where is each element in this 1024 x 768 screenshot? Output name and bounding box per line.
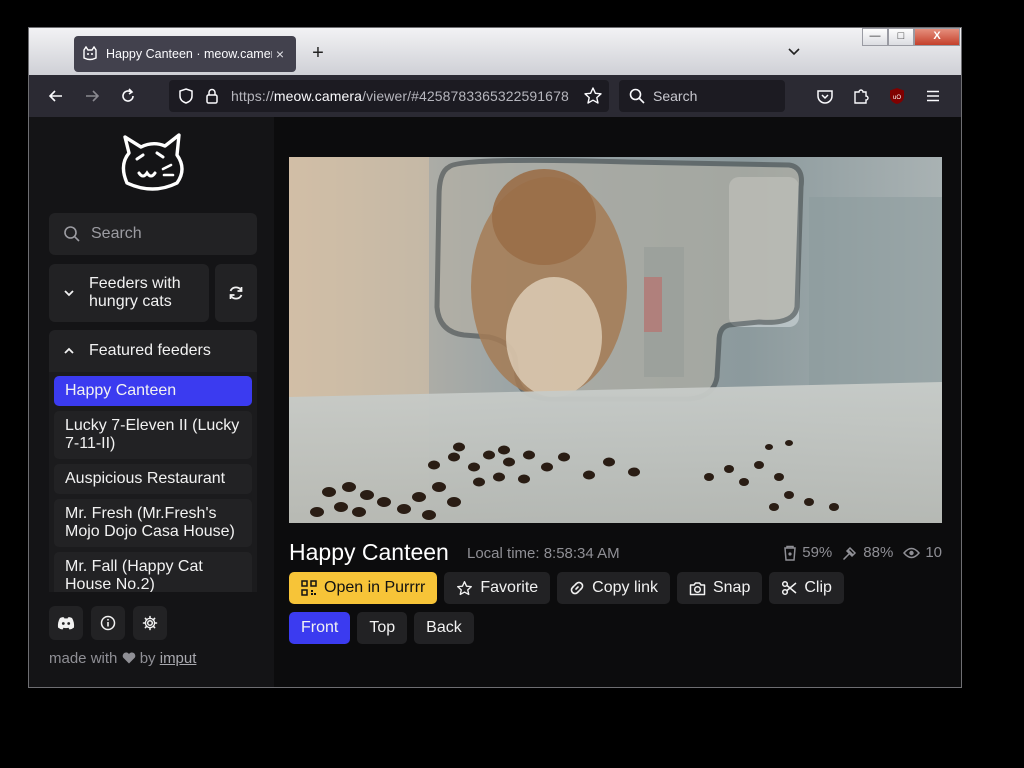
scissors-icon bbox=[782, 580, 797, 596]
camera-feed-video[interactable] bbox=[289, 157, 942, 523]
sidebar: Feeders with hungry cats Featured feeder… bbox=[29, 117, 274, 687]
tab-close-icon[interactable]: × bbox=[272, 46, 288, 62]
url-bar[interactable]: https://meow.camera/viewer/#425878336532… bbox=[169, 80, 609, 112]
new-tab-button[interactable]: + bbox=[307, 40, 329, 68]
page-content: Feeders with hungry cats Featured feeder… bbox=[29, 117, 961, 687]
hamburger-menu-icon[interactable] bbox=[921, 84, 945, 108]
battery-satellite-icon bbox=[843, 546, 857, 560]
eye-icon bbox=[903, 547, 921, 558]
refresh-icon bbox=[229, 286, 243, 300]
view-front-button[interactable]: Front bbox=[289, 612, 351, 644]
forward-arrow-icon[interactable] bbox=[80, 84, 104, 108]
feeder-search-input[interactable] bbox=[91, 225, 241, 243]
tab-title: Happy Canteen · meow.camera bbox=[106, 47, 272, 61]
feeder-item-auspicious-restaurant[interactable]: Auspicious Restaurant bbox=[54, 464, 252, 494]
feeder-item-happy-canteen[interactable]: Happy Canteen bbox=[54, 376, 252, 406]
hungry-cats-group-toggle[interactable]: Feeders with hungry cats bbox=[49, 264, 209, 322]
url-prefix: https:// bbox=[231, 88, 274, 104]
made-with-text: made with bbox=[49, 650, 118, 667]
food-bag-icon bbox=[784, 545, 797, 561]
feeder-item-mr-fall[interactable]: Mr. Fall (Happy Cat House No.2) bbox=[54, 552, 252, 592]
qr-code-icon bbox=[301, 580, 317, 596]
open-in-purrrr-label: Open in Purrrr bbox=[324, 579, 426, 596]
reload-icon[interactable] bbox=[116, 84, 140, 108]
clip-button[interactable]: Clip bbox=[769, 572, 844, 604]
clip-label: Clip bbox=[804, 579, 832, 596]
battery-stat: 88% bbox=[842, 544, 893, 561]
browser-window: Happy Canteen · meow.camera × + — □ X ht… bbox=[28, 27, 962, 688]
link-icon bbox=[570, 581, 584, 595]
svg-text:uO: uO bbox=[893, 95, 901, 101]
lock-icon[interactable] bbox=[203, 87, 221, 110]
search-icon bbox=[629, 88, 645, 104]
minimize-button[interactable]: — bbox=[862, 28, 888, 46]
discord-button[interactable] bbox=[49, 606, 83, 640]
feeder-item-lucky-7-eleven[interactable]: Lucky 7-Eleven II (Lucky 7-11-II) bbox=[54, 411, 252, 459]
viewer-count-value: 10 bbox=[925, 544, 942, 561]
viewer-count-stat: 10 bbox=[903, 544, 942, 561]
browser-search-bar[interactable]: Search bbox=[619, 80, 785, 112]
refresh-button[interactable] bbox=[215, 264, 257, 322]
back-arrow-icon[interactable] bbox=[44, 84, 68, 108]
featured-label: Featured feeders bbox=[89, 342, 211, 359]
search-icon bbox=[64, 226, 80, 242]
snap-button[interactable]: Snap bbox=[676, 572, 763, 604]
maximize-button[interactable]: □ bbox=[888, 28, 914, 46]
viewer-main: Happy Canteen Local time: 8:58:34 AM 59%… bbox=[274, 117, 961, 687]
tab-active[interactable]: Happy Canteen · meow.camera × bbox=[74, 36, 296, 72]
camera-view-selector: Front Top Back bbox=[289, 612, 474, 644]
extensions-puzzle-icon[interactable] bbox=[849, 84, 873, 108]
nav-bar: https://meow.camera/viewer/#425878336532… bbox=[29, 75, 961, 117]
close-window-button[interactable]: X bbox=[914, 28, 960, 46]
discord-icon bbox=[57, 617, 75, 630]
settings-button[interactable] bbox=[133, 606, 167, 640]
ublock-origin-icon[interactable]: uO bbox=[885, 84, 909, 108]
bookmark-star-icon[interactable] bbox=[583, 86, 603, 111]
snap-label: Snap bbox=[712, 579, 751, 596]
copy-link-label: Copy link bbox=[592, 579, 658, 596]
feeder-stats: 59% 88% 10 bbox=[783, 544, 942, 561]
meow-camera-logo-icon bbox=[117, 131, 187, 197]
sidebar-footer-buttons bbox=[49, 606, 167, 640]
open-in-purrrr-button[interactable]: Open in Purrrr bbox=[289, 572, 438, 604]
feeder-title: Happy Canteen bbox=[289, 539, 449, 565]
window-controls: — □ X bbox=[862, 28, 960, 46]
url-text[interactable]: https://meow.camera/viewer/#425878336532… bbox=[231, 88, 569, 104]
tab-list-chevron-down-icon[interactable] bbox=[784, 42, 804, 62]
heart-icon bbox=[122, 652, 135, 664]
favorite-button[interactable]: Favorite bbox=[444, 572, 551, 604]
copy-link-button[interactable]: Copy link bbox=[557, 572, 670, 604]
battery-value: 88% bbox=[863, 544, 894, 561]
action-buttons: Open in Purrrr Favorite Copy link Snap C… bbox=[289, 572, 844, 604]
featured-feeders-toggle[interactable]: Featured feeders bbox=[49, 330, 257, 372]
chevron-down-icon bbox=[64, 290, 74, 297]
local-time: Local time: 8:58:34 AM bbox=[467, 545, 620, 562]
browser-search-placeholder: Search bbox=[653, 88, 698, 104]
url-domain: meow.camera bbox=[273, 88, 363, 104]
camera-icon bbox=[689, 581, 706, 595]
tab-bar: Happy Canteen · meow.camera × + — □ X bbox=[29, 28, 961, 75]
food-level-value: 59% bbox=[802, 544, 833, 561]
gear-icon bbox=[142, 615, 158, 631]
info-button[interactable] bbox=[91, 606, 125, 640]
cat-favicon-icon bbox=[82, 46, 98, 62]
feeder-item-mr-fresh[interactable]: Mr. Fresh (Mr.Fresh's Mojo Dojo Casa Hou… bbox=[54, 499, 252, 547]
feeder-list: Happy Canteen Lucky 7-Eleven II (Lucky 7… bbox=[49, 372, 257, 592]
made-with-by: by bbox=[139, 650, 156, 667]
group-label: Feeders with hungry cats bbox=[89, 275, 181, 310]
url-path: /viewer/#4258783365322591678 bbox=[362, 88, 569, 104]
info-icon bbox=[100, 615, 116, 631]
shield-icon[interactable] bbox=[177, 87, 195, 110]
star-icon bbox=[457, 580, 473, 595]
imput-link[interactable]: imput bbox=[160, 650, 197, 667]
feeder-search-box[interactable] bbox=[49, 213, 257, 255]
view-top-button[interactable]: Top bbox=[357, 612, 408, 644]
made-with-credit: made with by imput bbox=[49, 650, 196, 667]
food-level-stat: 59% bbox=[783, 544, 832, 561]
camera-feed-scene bbox=[289, 157, 942, 523]
pocket-icon[interactable] bbox=[813, 84, 837, 108]
view-back-button[interactable]: Back bbox=[414, 612, 474, 644]
favorite-label: Favorite bbox=[480, 579, 539, 596]
chevron-up-icon bbox=[64, 347, 74, 354]
